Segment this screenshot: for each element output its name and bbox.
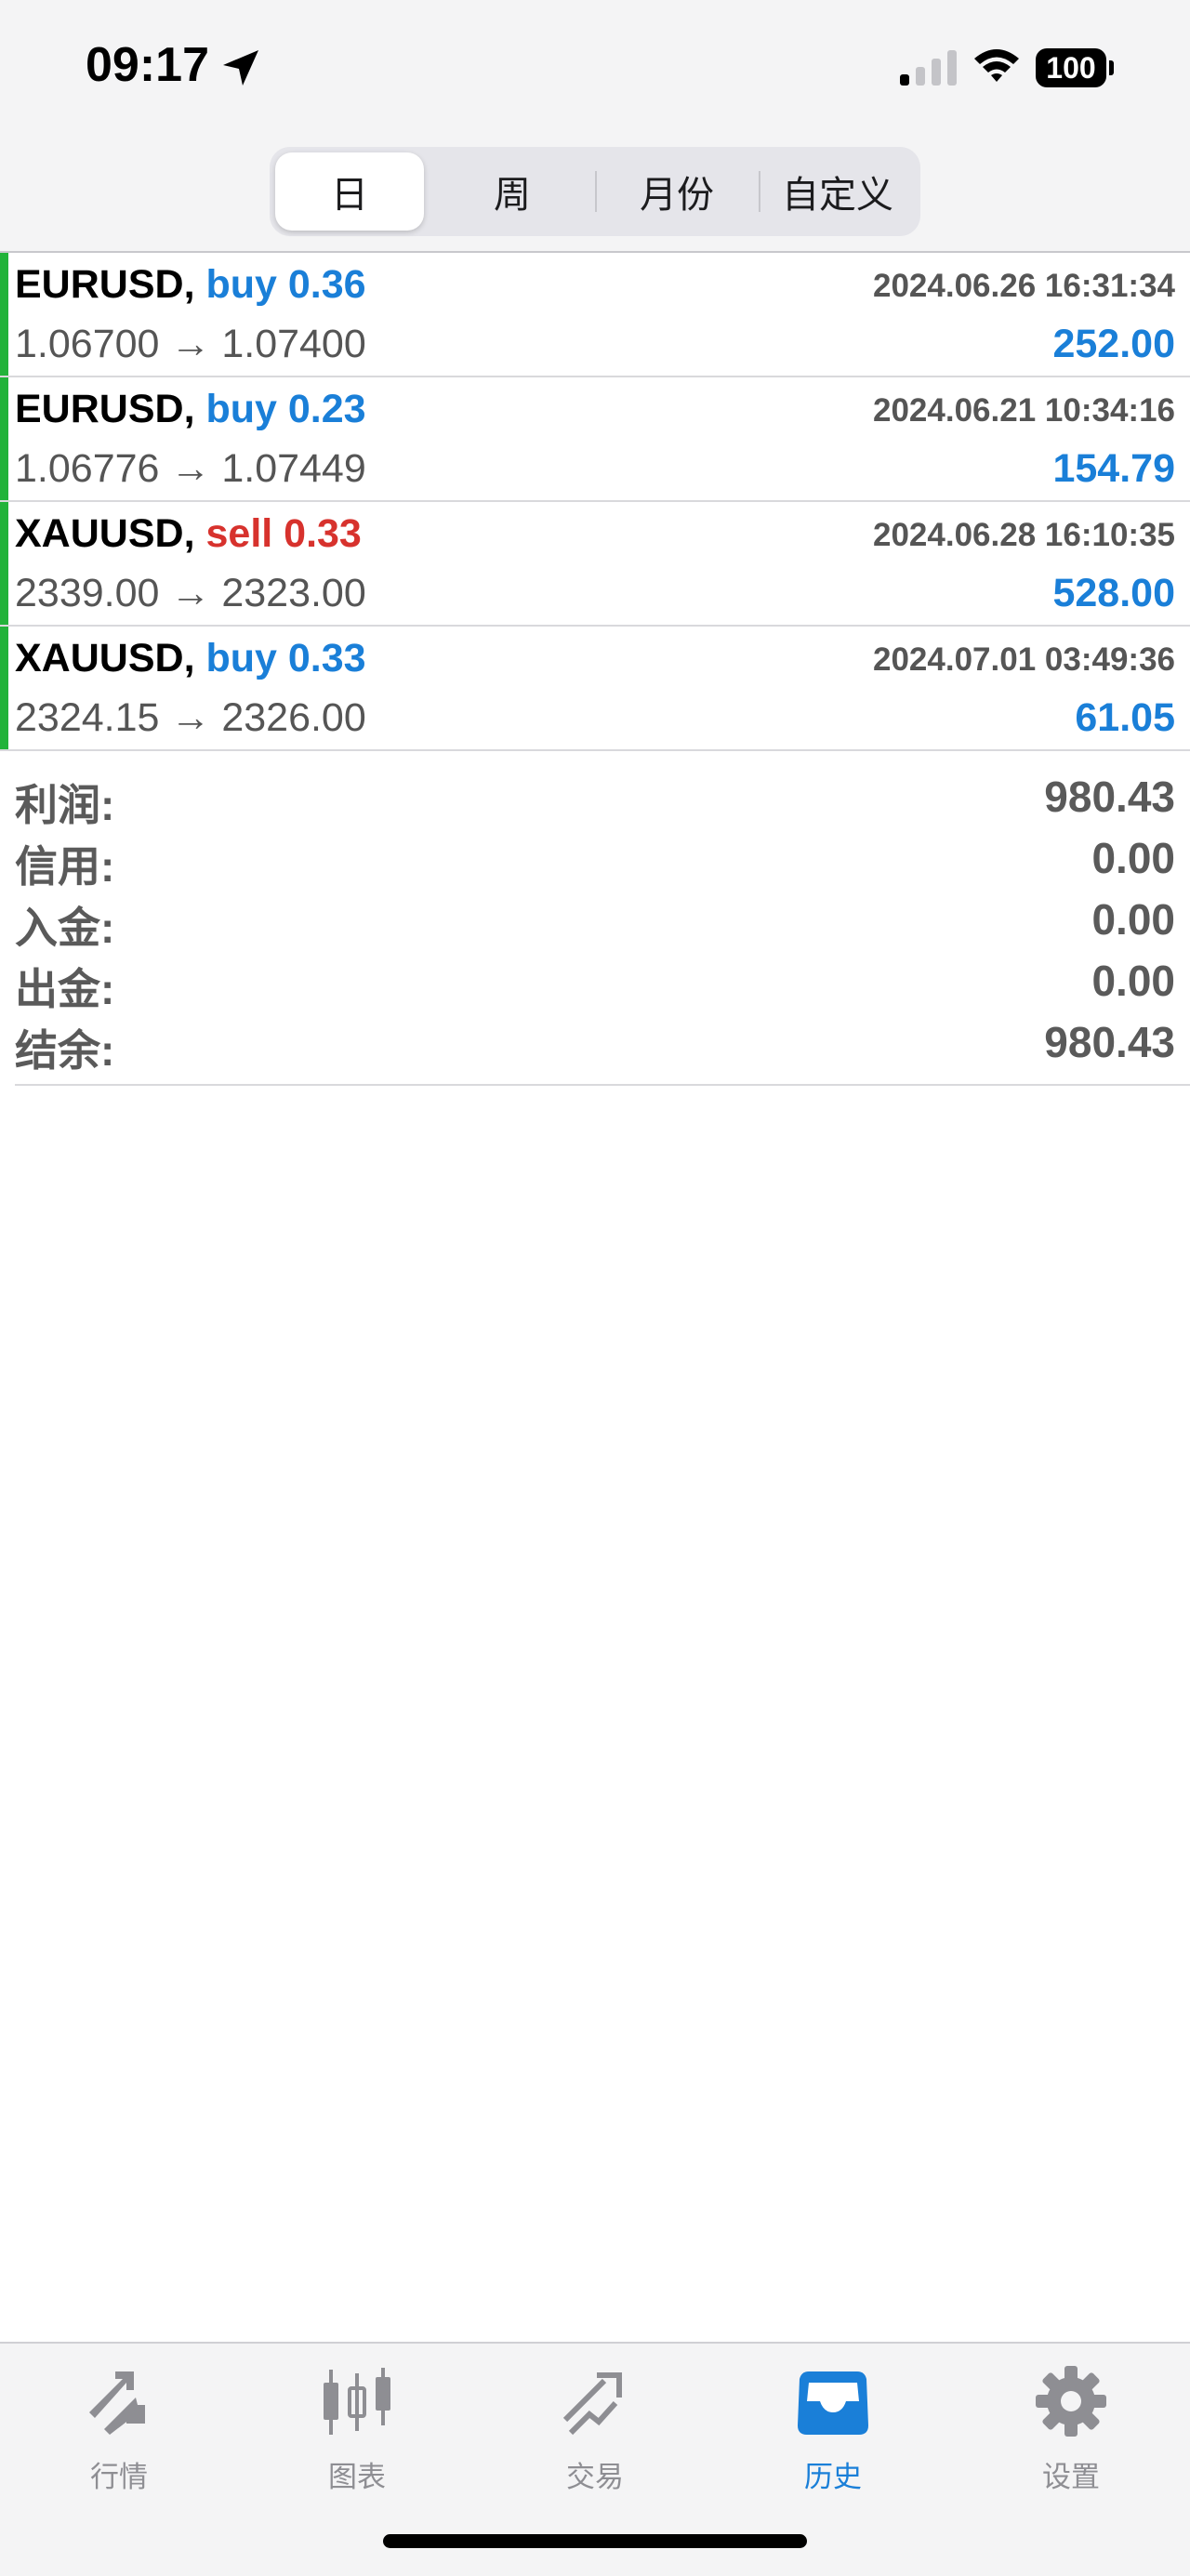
trade-symbol: XAUUSD, [15, 511, 195, 556]
trade-prices: 1.06700 → 1.07400 [15, 322, 366, 366]
trade-symbol: EURUSD, [15, 387, 195, 431]
trade-profit: 528.00 [1052, 571, 1175, 615]
summary-divider [15, 1084, 1190, 1086]
trade-side: buy 0.36 [205, 262, 366, 307]
summary-value: 980.43 [1044, 773, 1175, 821]
summary-value: 0.00 [1091, 895, 1175, 944]
trade-title: XAUUSD, sell 0.33 [15, 511, 362, 557]
trade-time: 2024.06.21 10:34:16 [873, 392, 1175, 429]
trade-time: 2024.07.01 03:49:36 [873, 641, 1175, 678]
home-indicator[interactable] [383, 2534, 807, 2548]
trade-symbol: EURUSD, [15, 262, 195, 307]
row-divider [0, 749, 1190, 751]
period-tab-custom[interactable]: 自定义 [760, 152, 915, 231]
trade-prices: 2324.15 → 2326.00 [15, 695, 366, 740]
tab-label: 设置 [1042, 2461, 1100, 2493]
period-segmented-control: 日 周 月份 自定义 [270, 147, 920, 236]
battery-indicator: 100 [1036, 48, 1114, 87]
tab-trade[interactable]: 交易 [502, 2357, 688, 2496]
tab-label: 行情 [90, 2461, 148, 2493]
trade-row[interactable]: EURUSD, buy 0.36 2024.06.26 16:31:34 1.0… [0, 253, 1190, 377]
summary-value: 0.00 [1091, 834, 1175, 882]
trade-status-bar [0, 253, 8, 377]
tab-settings[interactable]: 设置 [978, 2357, 1164, 2496]
chart-icon [324, 2368, 390, 2435]
summary-label: 出金: [15, 965, 115, 1013]
battery-tip [1109, 60, 1114, 75]
trade-title: EURUSD, buy 0.23 [15, 387, 366, 432]
cellular-signal-icon [900, 50, 957, 86]
tab-chart[interactable]: 图表 [264, 2357, 450, 2496]
trade-title: XAUUSD, buy 0.33 [15, 636, 366, 681]
tab-label: 历史 [804, 2461, 862, 2493]
quotes-icon [89, 2371, 145, 2435]
trade-time: 2024.06.28 16:10:35 [873, 517, 1175, 553]
wifi-icon [974, 49, 1019, 82]
summary-credit-row: 信用: 0.00 [0, 829, 1190, 891]
summary-balance-row: 结余: 980.43 [0, 1013, 1190, 1075]
period-tab-month[interactable]: 月份 [597, 152, 757, 231]
trade-row[interactable]: EURUSD, buy 0.23 2024.06.21 10:34:16 1.0… [0, 377, 1190, 502]
summary-label: 结余: [15, 1026, 115, 1075]
trade-status-bar [0, 627, 8, 751]
trade-profit: 252.00 [1052, 322, 1175, 366]
summary-value: 980.43 [1044, 1018, 1175, 1066]
summary-value: 0.00 [1091, 957, 1175, 1005]
period-tab-day[interactable]: 日 [275, 152, 424, 231]
summary-label: 信用: [15, 842, 115, 891]
trade-side: sell 0.33 [205, 511, 362, 556]
trade-row[interactable]: XAUUSD, sell 0.33 2024.06.28 16:10:35 23… [0, 502, 1190, 627]
settings-icon [1036, 2366, 1106, 2437]
summary-label: 入金: [15, 904, 115, 952]
tab-quotes[interactable]: 行情 [26, 2357, 212, 2496]
trade-profit: 154.79 [1052, 446, 1175, 491]
trade-prices: 1.06776 → 1.07449 [15, 446, 366, 491]
trade-status-bar [0, 502, 8, 627]
trade-side: buy 0.33 [205, 636, 366, 680]
tab-label: 交易 [566, 2461, 624, 2493]
trade-profit: 61.05 [1075, 695, 1175, 740]
trade-icon [562, 2372, 622, 2436]
summary-deposit-row: 入金: 0.00 [0, 891, 1190, 952]
status-time: 09:17 [86, 38, 209, 92]
summary-profit-row: 利润: 980.43 [0, 768, 1190, 829]
trade-time: 2024.06.26 16:31:34 [873, 268, 1175, 304]
trade-symbol: XAUUSD, [15, 636, 195, 680]
period-tab-week[interactable]: 周 [433, 152, 591, 231]
tab-history[interactable]: 历史 [740, 2357, 926, 2496]
summary-withdrawal-row: 出金: 0.00 [0, 952, 1190, 1013]
trade-row[interactable]: XAUUSD, buy 0.33 2024.07.01 03:49:36 232… [0, 627, 1190, 751]
battery-level: 100 [1036, 48, 1106, 87]
trade-side: buy 0.23 [205, 387, 366, 431]
trade-status-bar [0, 377, 8, 502]
summary-label: 利润: [15, 781, 115, 829]
trade-title: EURUSD, buy 0.36 [15, 262, 366, 308]
header: 09:17 100 日 周 月份 自定义 [0, 0, 1190, 253]
history-icon [798, 2371, 868, 2435]
trade-prices: 2339.00 → 2323.00 [15, 571, 366, 615]
location-arrow-icon [223, 50, 258, 86]
tab-label: 图表 [328, 2461, 386, 2493]
